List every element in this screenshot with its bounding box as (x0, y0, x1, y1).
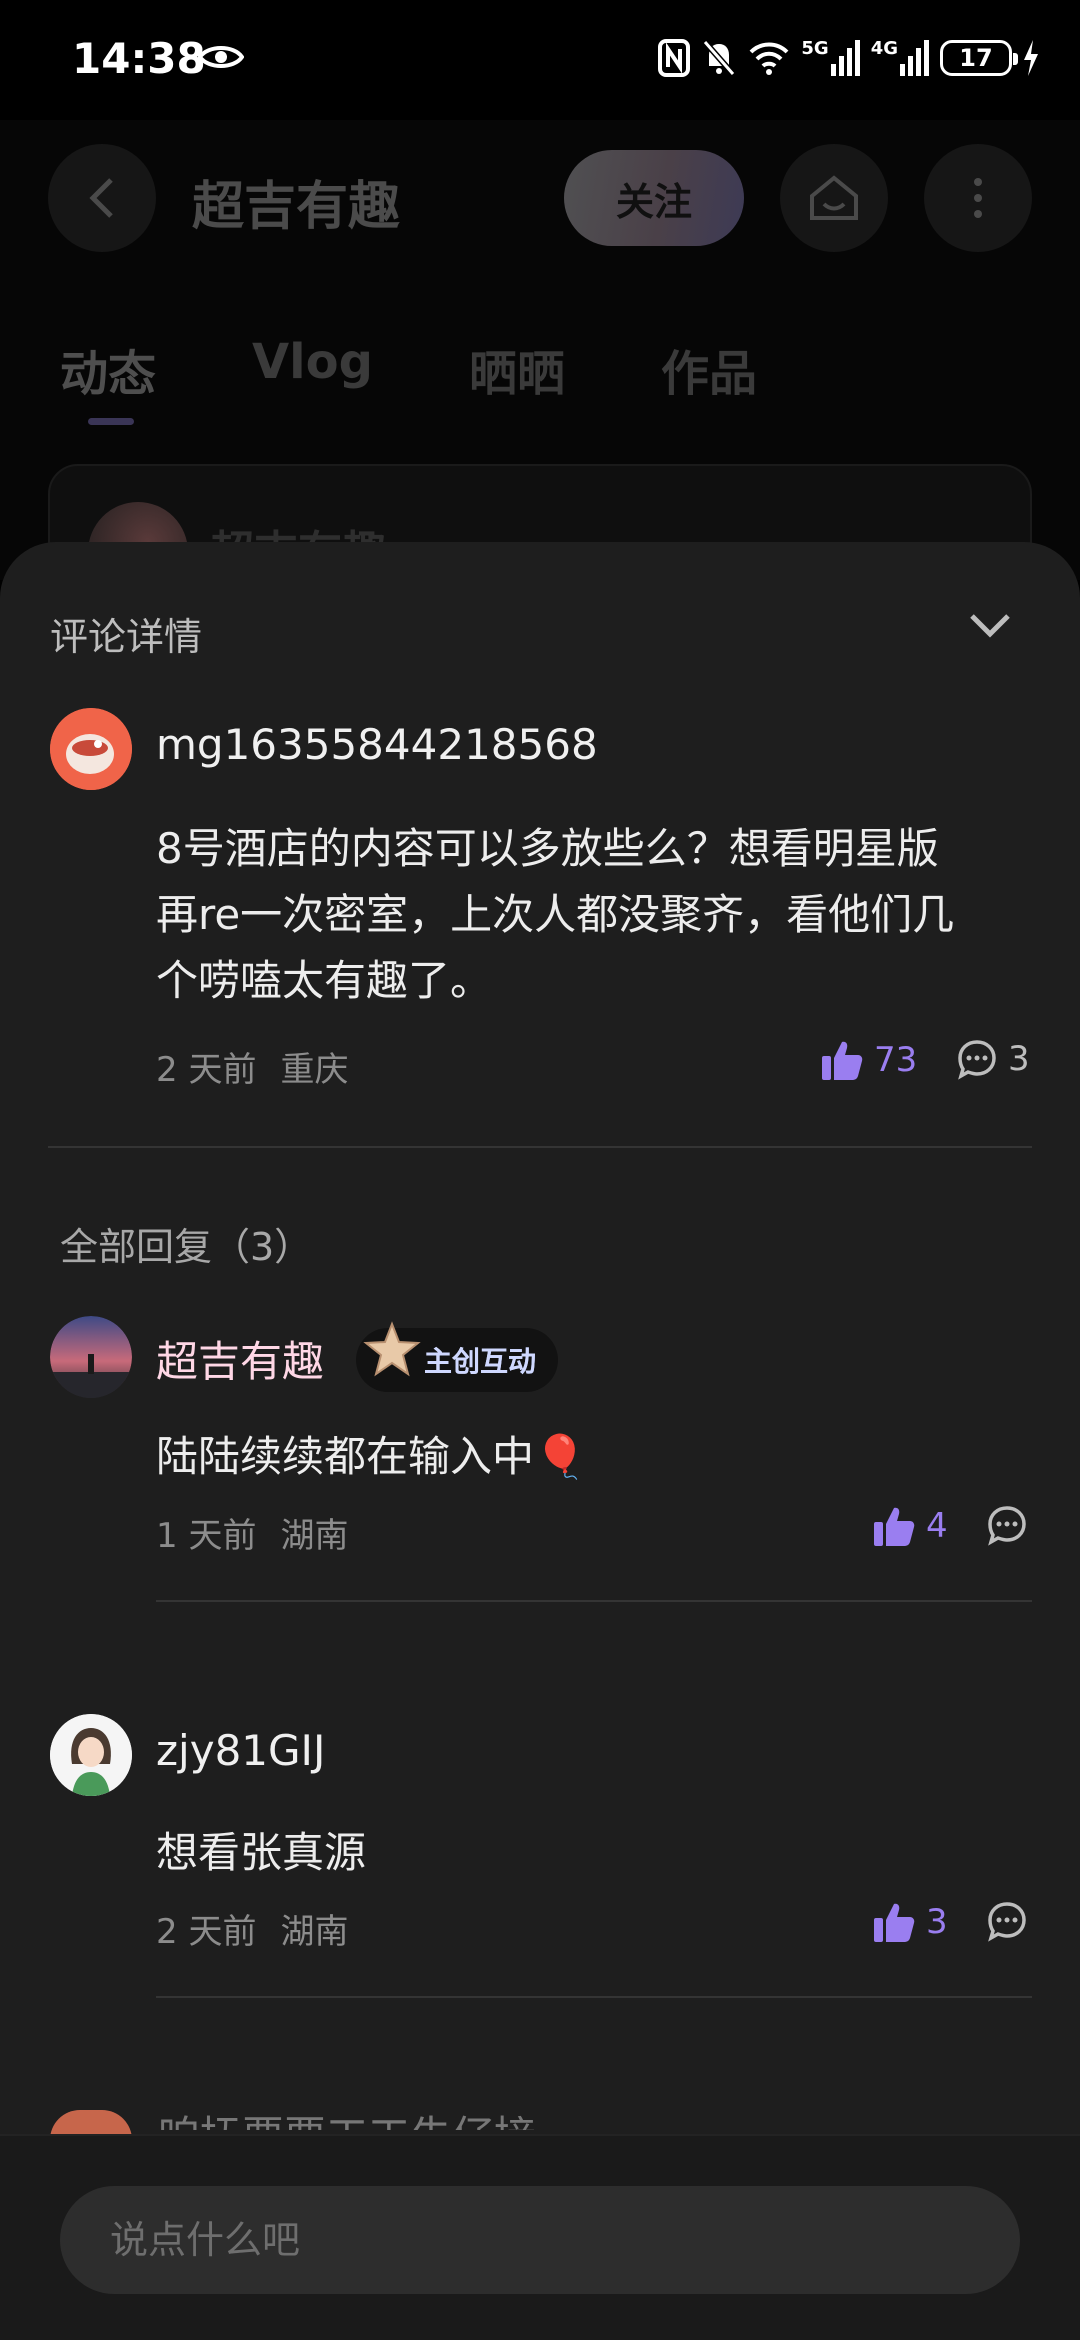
comment-location: 重庆 (280, 1050, 349, 1090)
avatar-image (50, 1316, 132, 1398)
comment-time: 2 天前 (156, 1050, 257, 1090)
like-count: 73 (874, 1040, 918, 1080)
divider (156, 1600, 1032, 1602)
eye-icon (198, 46, 244, 68)
reply-meta: 2 天前 湖南 (156, 1904, 372, 1953)
avatar-image (50, 1714, 132, 1796)
chevron-left-icon (89, 178, 113, 218)
more-button[interactable] (924, 144, 1032, 252)
charging-icon (1024, 40, 1038, 76)
reply-text: 陆陆续续都在输入中🎈 (156, 1432, 587, 1481)
wifi-icon (749, 42, 789, 75)
avatar[interactable] (50, 1316, 132, 1398)
comment-input[interactable] (60, 2186, 1020, 2294)
reply-location: 湖南 (280, 1912, 349, 1952)
reply-username[interactable]: zjy81GIJ (156, 1726, 325, 1775)
tab-active-indicator (88, 418, 134, 425)
reply-username-partial: 咱抚要要工工朱仔接 (158, 2102, 578, 2130)
comment-text-line: 个唠嗑太有趣了。 (156, 956, 493, 1005)
follow-button[interactable]: 关注 (564, 150, 744, 246)
chevron-down-icon[interactable] (966, 608, 1014, 644)
divider (48, 1146, 1032, 1148)
reply-meta: 1 天前 湖南 (156, 1508, 372, 1557)
signal-4g: 4G (871, 38, 930, 78)
reply-location: 湖南 (280, 1516, 349, 1556)
battery-indicator: 17 (940, 40, 1018, 76)
reply-button[interactable] (986, 1504, 1028, 1546)
comment-detail-sheet: 评论详情 mg16355844218568 8号酒店的内容可以多放些么？想看明星… (0, 542, 1080, 2340)
avatar[interactable] (50, 708, 132, 790)
profile-tabs: 动态 Vlog 晒晒 作品 (60, 334, 853, 404)
comment-bubble-icon (958, 1040, 996, 1080)
profile-page-background: 超吉有趣 关注 动态 Vlog 晒晒 作品 超吉有趣 (0, 120, 1080, 604)
thumbs-up-icon (822, 1041, 863, 1080)
comment-input-bar (0, 2134, 1080, 2340)
tab-vlog[interactable]: Vlog (252, 334, 373, 404)
sheet-title: 评论详情 (50, 615, 203, 659)
home-button[interactable] (780, 144, 888, 252)
avatar-image (50, 708, 132, 790)
tab-share[interactable]: 晒晒 (469, 334, 565, 404)
status-icons: 5G 4G 17 (657, 36, 1040, 80)
network-5g-label: 5G (801, 38, 829, 59)
like-button[interactable]: 3 (872, 1900, 948, 1944)
comment-text-line: 再re一次密室，上次人都没聚齐，看他们几 (156, 890, 955, 939)
creator-badge: 主创互动 (356, 1321, 559, 1392)
badge-label: 主创互动 (424, 1340, 536, 1380)
home-icon (810, 175, 858, 220)
comment-text: 8号酒店的内容可以多放些么？想看明星版 再re一次密室，上次人都没聚齐，看他们几… (156, 816, 1056, 1014)
star-icon (363, 1321, 421, 1377)
reply-count: 3 (1008, 1039, 1030, 1079)
status-bar: 14:38 5G 4G 17 (0, 0, 1080, 120)
mute-bell-icon (703, 40, 736, 76)
back-button[interactable] (48, 144, 156, 252)
reply-button[interactable] (986, 1900, 1028, 1942)
more-vertical-icon (974, 178, 982, 218)
reply-button[interactable]: 3 (956, 1038, 1030, 1080)
tab-dynamic[interactable]: 动态 (60, 334, 156, 404)
reply-username[interactable]: 超吉有趣 (156, 1328, 324, 1389)
status-time: 14:38 (72, 34, 206, 83)
replies-section-title: 全部回复（3） (60, 1225, 313, 1269)
avatar[interactable] (50, 1714, 132, 1796)
thumbs-up-icon (874, 1903, 915, 1942)
tab-works[interactable]: 作品 (661, 334, 757, 404)
like-count: 3 (926, 1902, 948, 1942)
nfc-icon (658, 39, 691, 77)
divider (156, 1996, 1032, 1998)
comment-text-line: 8号酒店的内容可以多放些么？想看明星版 (156, 824, 939, 873)
reply-text: 想看张真源 (156, 1828, 367, 1877)
signal-bars-icon (900, 40, 929, 76)
comment-bubble-icon (988, 1506, 1026, 1546)
reply-time: 1 天前 (156, 1516, 257, 1556)
thumbs-up-icon (874, 1507, 915, 1546)
like-count: 4 (926, 1506, 948, 1546)
page-title: 超吉有趣 (192, 177, 401, 237)
like-button[interactable]: 73 (820, 1038, 917, 1082)
network-4g-label: 4G (870, 38, 898, 59)
comment-username[interactable]: mg16355844218568 (156, 720, 598, 769)
signal-5g: 5G (801, 38, 860, 78)
signal-bars-icon (830, 40, 860, 76)
comment-bubble-icon (988, 1902, 1026, 1942)
comment-meta: 2 天前 重庆 (156, 1042, 372, 1091)
like-button[interactable]: 4 (872, 1504, 948, 1548)
reply-time: 2 天前 (156, 1912, 257, 1952)
